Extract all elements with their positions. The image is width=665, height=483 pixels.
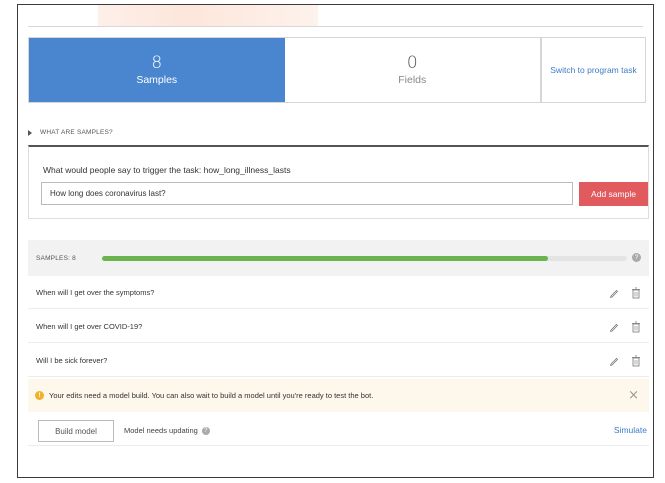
divider <box>28 26 643 27</box>
model-status-text: Model needs updating <box>124 426 198 435</box>
warning-icon: ! <box>35 391 44 400</box>
sample-text: Will I be sick forever? <box>36 355 108 365</box>
trash-icon[interactable] <box>631 355 641 367</box>
what-are-samples-label: WHAT ARE SAMPLES? <box>40 129 113 136</box>
samples-count-label: SAMPLES: 8 <box>36 254 76 262</box>
samples-count: 8 <box>151 53 163 73</box>
sample-input[interactable] <box>41 182 573 205</box>
tab-samples[interactable]: 8 Samples <box>29 38 285 102</box>
list-item: Will I be sick forever? <box>28 344 649 377</box>
help-icon[interactable]: ? <box>632 253 641 262</box>
build-footer: Build model Model needs updating ? Simul… <box>28 412 649 446</box>
trash-icon[interactable] <box>631 287 641 299</box>
fields-count: 0 <box>406 53 418 73</box>
trigger-card: What would people say to trigger the tas… <box>28 145 649 219</box>
app-frame: 8 Samples 0 Fields Switch to program tas… <box>17 4 654 478</box>
pencil-icon[interactable] <box>609 288 619 298</box>
sample-text: When will I get over COVID-19? <box>36 321 143 331</box>
close-icon[interactable]: × <box>628 388 639 403</box>
notice-text: Your edits need a model build. You can a… <box>49 391 374 400</box>
tab-fields[interactable]: 0 Fields <box>285 38 541 102</box>
build-model-button[interactable]: Build model <box>38 420 114 442</box>
list-item: When will I get over the symptoms? <box>28 276 649 309</box>
top-watermark <box>98 5 318 27</box>
sample-text: When will I get over the symptoms? <box>36 287 155 297</box>
trigger-question: What would people say to trigger the tas… <box>43 165 291 175</box>
samples-progress-section: SAMPLES: 8 ? <box>28 240 649 276</box>
samples-progress-fill <box>102 256 549 261</box>
switch-to-program-task-link[interactable]: Switch to program task <box>541 37 646 103</box>
simulate-link[interactable]: Simulate <box>614 425 647 435</box>
tab-bar: 8 Samples 0 Fields <box>28 37 541 103</box>
caret-right-icon <box>28 129 32 136</box>
add-sample-button[interactable]: Add sample <box>579 182 648 206</box>
tab-samples-label: Samples <box>136 74 178 86</box>
list-item: When will I get over COVID-19? <box>28 310 649 343</box>
help-icon[interactable]: ? <box>201 426 210 435</box>
pencil-icon[interactable] <box>609 356 619 366</box>
what-are-samples-toggle[interactable]: WHAT ARE SAMPLES? <box>28 129 113 136</box>
tab-fields-label: Fields <box>398 74 427 86</box>
trash-icon[interactable] <box>631 321 641 333</box>
samples-progress-track <box>102 256 627 261</box>
model-status: Model needs updating ? <box>124 426 210 435</box>
pencil-icon[interactable] <box>609 322 619 332</box>
model-build-notice: ! Your edits need a model build. You can… <box>28 379 649 412</box>
